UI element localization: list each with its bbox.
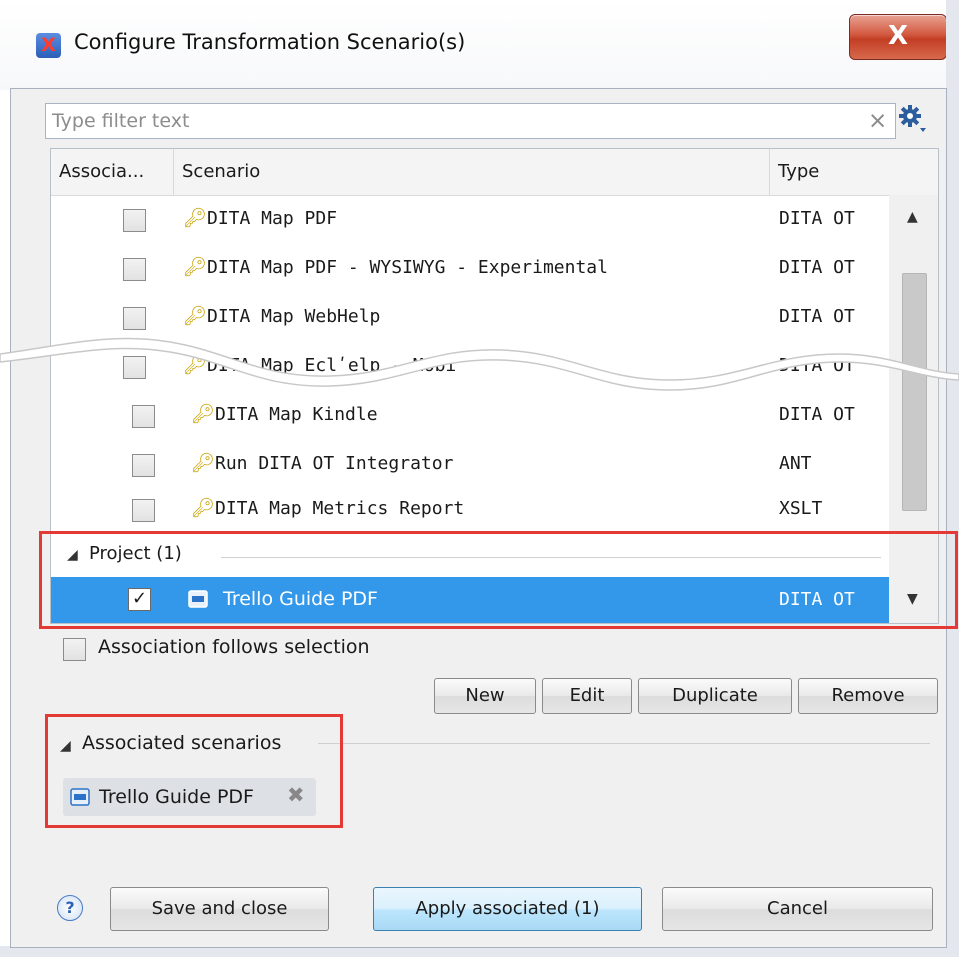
highlight-associated-scenarios — [45, 714, 343, 828]
scenario-name: DITA Map Kindle — [215, 404, 378, 425]
column-header-association[interactable]: Associa... — [51, 149, 174, 195]
table-header: Associa... Scenario Type — [51, 149, 889, 196]
key-icon: 🔑︎ — [183, 256, 208, 278]
scroll-thumb[interactable] — [902, 273, 927, 511]
duplicate-button[interactable]: Duplicate — [638, 678, 792, 714]
table-row[interactable]: 🔑︎ DITA Map WebHelp DITA OT — [51, 294, 889, 343]
scenario-name: DITA Map Eclʹelp - Mobi — [207, 355, 457, 376]
association-follows-selection-checkbox[interactable] — [63, 638, 86, 661]
scenario-name: DITA Map PDF — [207, 208, 338, 229]
key-icon: 🔑︎ — [183, 354, 208, 376]
scenario-type: ANT — [779, 453, 812, 474]
edit-button[interactable]: Edit — [542, 678, 632, 714]
row-checkbox[interactable] — [132, 405, 155, 428]
row-checkbox[interactable] — [123, 356, 146, 379]
clear-filter-icon[interactable]: × — [868, 107, 887, 135]
scenario-name: DITA Map PDF - WYSIWYG - Experimental — [207, 257, 608, 278]
close-button[interactable]: X — [849, 14, 947, 60]
key-icon: 🔑︎ — [191, 403, 216, 425]
row-checkbox[interactable] — [123, 258, 146, 281]
scenario-type: DITA OT — [779, 404, 855, 425]
scenario-type: DITA OT — [779, 355, 855, 376]
row-checkbox[interactable] — [132, 454, 155, 477]
oxygen-app-icon: X — [36, 33, 61, 58]
cancel-button[interactable]: Cancel — [662, 887, 933, 931]
table-row[interactable]: 🔑︎ DITA Map PDF - WYSIWYG - Experimental… — [51, 245, 889, 294]
scroll-up-arrow-icon[interactable]: ▲ — [907, 209, 918, 225]
table-row[interactable]: 🔑︎ DITA Map Eclʹelp - Mobi DITA OT — [51, 343, 889, 392]
new-button[interactable]: New — [434, 678, 536, 714]
row-checkbox[interactable] — [132, 499, 155, 522]
scenario-name: DITA Map Metrics Report — [215, 498, 465, 519]
scenario-type: XSLT — [779, 498, 823, 519]
column-header-scenario[interactable]: Scenario — [174, 149, 770, 195]
remove-button[interactable]: Remove — [798, 678, 938, 714]
scenario-name: DITA Map WebHelp — [207, 306, 381, 327]
window-title: Configure Transformation Scenario(s) — [74, 30, 466, 54]
table-header-filler — [889, 149, 938, 196]
table-row[interactable]: 🔑︎ Run DITA OT Integrator ANT — [51, 441, 889, 490]
filter-field: × — [45, 103, 896, 139]
row-checkbox[interactable] — [123, 209, 146, 232]
key-icon: 🔑︎ — [183, 305, 208, 327]
key-icon: 🔑︎ — [191, 497, 216, 519]
apply-associated-button[interactable]: Apply associated (1) — [373, 887, 642, 931]
section-divider — [318, 743, 930, 744]
column-header-type[interactable]: Type — [770, 149, 889, 195]
filter-input[interactable] — [52, 108, 852, 134]
window-border-right — [946, 0, 959, 957]
save-and-close-button[interactable]: Save and close — [110, 887, 329, 931]
scenario-name: Run DITA OT Integrator — [215, 453, 454, 474]
table-row[interactable]: 🔑︎ DITA Map PDF DITA OT — [51, 196, 889, 245]
scenario-type: DITA OT — [779, 306, 855, 327]
key-icon: 🔑︎ — [183, 207, 208, 229]
dialog-window: X Configure Transformation Scenario(s) X… — [0, 0, 959, 957]
highlight-project-row — [39, 531, 958, 629]
table-row[interactable]: 🔑︎ DITA Map Metrics Report XSLT — [51, 486, 889, 535]
scenario-type: DITA OT — [779, 257, 855, 278]
association-follows-selection-label: Association follows selection — [98, 636, 370, 658]
key-icon: 🔑︎ — [191, 452, 216, 474]
table-row[interactable]: 🔑︎ DITA Map Kindle DITA OT — [51, 392, 889, 441]
scenario-type: DITA OT — [779, 208, 855, 229]
settings-gear-icon[interactable] — [898, 104, 928, 134]
help-icon[interactable]: ? — [57, 895, 83, 921]
row-checkbox[interactable] — [123, 307, 146, 330]
